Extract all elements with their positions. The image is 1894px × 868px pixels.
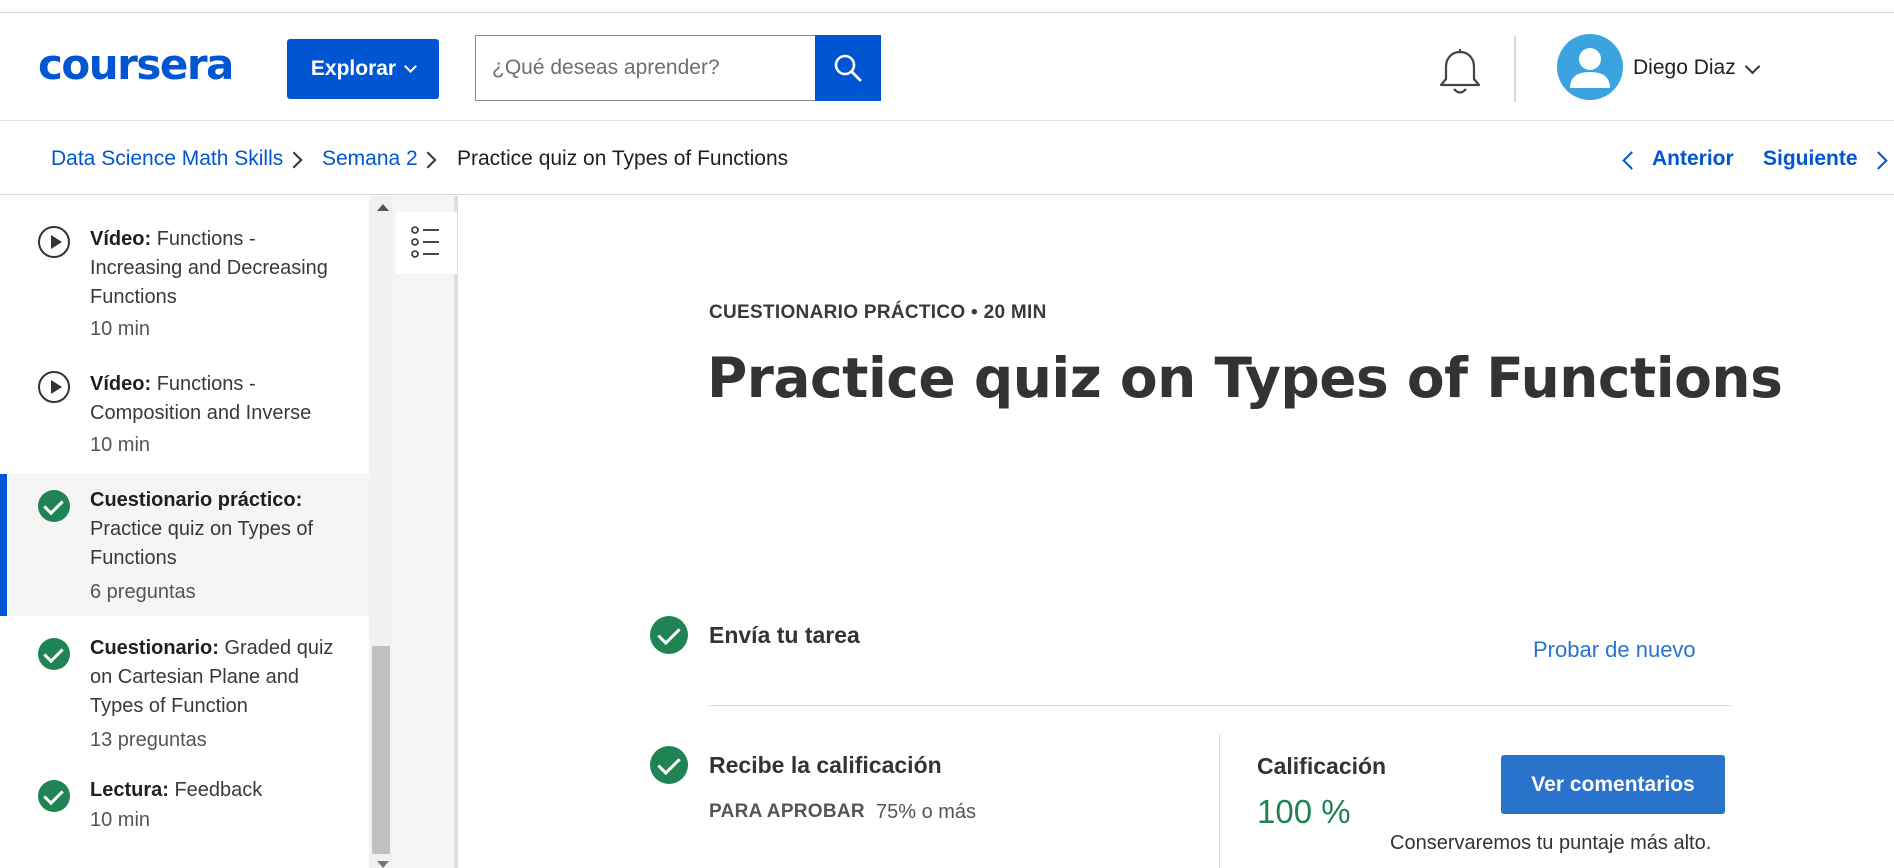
grade-divider [1219, 734, 1220, 868]
sidebar-item-active[interactable]: Cuestionario práctico: Practice quiz on … [0, 474, 369, 616]
browser-top-strip [0, 0, 1894, 13]
retry-link[interactable]: Probar de nuevo [1533, 637, 1696, 663]
sidebar-item-label: Cuestionario: Graded quiz on Cartesian P… [90, 637, 334, 717]
search-input[interactable] [475, 35, 816, 101]
pass-value: 75% o más [876, 801, 977, 823]
check-circle-icon [38, 490, 70, 522]
chevron-right-icon [285, 151, 303, 169]
page-title: Practice quiz on Types of Functions [707, 346, 1783, 410]
sidebar-item-label: Cuestionario práctico: Practice quiz on … [90, 489, 314, 569]
chevron-down-icon[interactable] [1744, 58, 1761, 75]
chevron-down-icon [404, 60, 417, 73]
user-name[interactable]: Diego Diaz [1633, 56, 1736, 80]
grade-label: Calificación [1257, 753, 1387, 779]
submit-step-title: Envía tu tarea [709, 622, 860, 648]
breadcrumb: Data Science Math Skills Semana 2 Practi… [0, 121, 1894, 195]
scrollbar-thumb[interactable] [372, 646, 390, 854]
user-icon [1570, 48, 1610, 88]
explore-button[interactable]: Explorar [287, 39, 439, 99]
sidebar-item[interactable]: Vídeo: Functions - Increasing and Decrea… [0, 196, 369, 342]
avatar[interactable] [1557, 34, 1623, 100]
item-kicker: CUESTIONARIO PRÁCTICO • 20 MIN [709, 302, 1047, 323]
sidebar-item-label: Lectura: Feedback [90, 779, 263, 801]
chevron-right-icon[interactable] [1869, 151, 1888, 170]
sidebar-toggle-column [393, 196, 458, 868]
grade-step-title: Recibe la calificación [709, 752, 942, 778]
breadcrumb-current: Practice quiz on Types of Functions [457, 147, 789, 170]
previous-link[interactable]: Anterior [1652, 147, 1734, 171]
chevron-right-icon [419, 151, 437, 169]
sidebar-item[interactable]: Cuestionario: Graded quiz on Cartesian P… [0, 616, 369, 758]
sidebar-item-meta: 10 min [90, 434, 151, 456]
divider [709, 705, 1731, 706]
toggle-sidebar-button[interactable] [396, 212, 457, 274]
explore-button-label: Explorar [310, 57, 397, 80]
check-circle-icon [650, 616, 688, 654]
sidebar-item-label: Vídeo: Functions - Composition and Inver… [90, 373, 312, 424]
check-circle-icon [38, 780, 70, 812]
sidebar-item-meta: 10 min [90, 318, 151, 340]
sidebar-item[interactable]: Lectura: Feedback 10 min [0, 758, 369, 868]
course-sidebar: Vídeo: Functions - Increasing and Decrea… [0, 196, 369, 868]
breadcrumb-week[interactable]: Semana 2 [322, 147, 418, 171]
breadcrumb-course[interactable]: Data Science Math Skills [51, 147, 283, 171]
notifications-button[interactable] [1436, 48, 1484, 98]
list-icon [411, 226, 439, 258]
search-icon [834, 54, 862, 82]
sidebar-item-meta: 6 preguntas [90, 581, 196, 603]
search-button[interactable] [815, 35, 881, 101]
scroll-down-arrow-icon[interactable] [377, 861, 389, 868]
play-icon [38, 226, 70, 258]
sidebar-item-meta: 10 min [90, 809, 151, 831]
header-divider [1514, 36, 1516, 102]
check-circle-icon [650, 746, 688, 784]
top-header: coursera Explorar Diego Diaz [0, 14, 1894, 121]
sidebar-item-meta: 13 preguntas [90, 729, 207, 751]
check-circle-icon [38, 638, 70, 670]
sidebar-item[interactable]: Vídeo: Functions - Composition and Inver… [0, 342, 369, 470]
coursera-logo[interactable]: coursera [38, 44, 234, 86]
view-feedback-button[interactable]: Ver comentarios [1501, 755, 1725, 814]
play-icon [38, 371, 70, 403]
sidebar-item-label: Vídeo: Functions - Increasing and Decrea… [90, 228, 328, 308]
bell-icon [1439, 49, 1481, 94]
pass-label: PARA APROBAR [709, 801, 865, 822]
highest-score-note: Conservaremos tu puntaje más alto. [1390, 832, 1712, 854]
chevron-left-icon[interactable] [1622, 151, 1641, 170]
next-link[interactable]: Siguiente [1763, 147, 1858, 171]
scroll-up-arrow-icon[interactable] [377, 204, 389, 211]
grade-value: 100 % [1257, 793, 1351, 830]
